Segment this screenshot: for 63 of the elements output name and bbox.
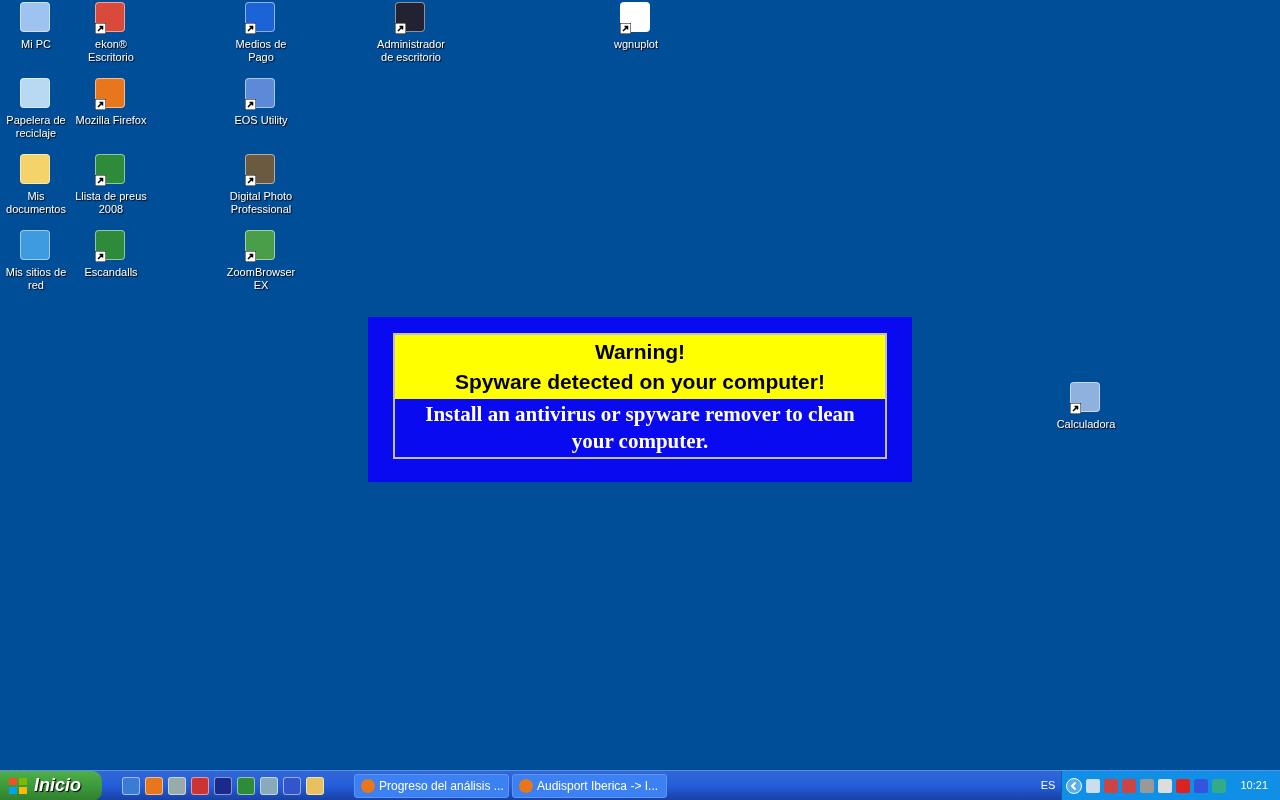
desktop-icon-label: Medios de Pago [234, 38, 288, 64]
desktop-icon-label: ekon® Escritorio [87, 38, 135, 64]
desktop-shortcut-icon[interactable] [20, 2, 52, 34]
shortcut-arrow-icon [245, 99, 256, 110]
desktop-shortcut-icon[interactable] [245, 78, 277, 110]
quick-launch-icon[interactable] [145, 776, 163, 795]
desktop-shortcut-icon[interactable] [245, 2, 277, 34]
tray-icon[interactable] [1158, 778, 1173, 793]
desktop-shortcut-icon[interactable] [395, 2, 427, 34]
quick-launch-icon[interactable] [237, 776, 255, 795]
shortcut-arrow-icon [95, 175, 106, 186]
warning-message: Install an antivirus or spyware remover to clean your computer. [424, 401, 856, 455]
shortcut-arrow-icon [95, 99, 106, 110]
shortcut-arrow-icon [1070, 403, 1081, 414]
start-button[interactable]: Inicio [0, 770, 102, 800]
quick-launch-icon[interactable] [214, 776, 232, 795]
desktop-icon-label: Administrador de escritorio [376, 38, 446, 64]
quick-launch-icon[interactable] [191, 776, 209, 795]
desktop-icon-label: ZoomBrowser EX [225, 266, 297, 292]
shortcut-arrow-icon [620, 23, 631, 34]
warning-headline: Spyware detected on your computer! [455, 369, 825, 395]
desktop-icon-label: Papelera de reciclaje [5, 114, 67, 140]
windows-logo-icon [8, 776, 28, 795]
clock: 10:21 [1240, 778, 1268, 794]
quick-launch-icon[interactable] [306, 776, 324, 795]
chevron-left-icon[interactable] [1066, 777, 1083, 794]
tray-icon[interactable] [1086, 778, 1101, 793]
taskbar-button[interactable]: Progreso del análisis ... [354, 773, 509, 798]
desktop-icon-label: Calculadora [1055, 418, 1117, 431]
desktop-shortcut-icon[interactable] [95, 230, 127, 262]
app-icon [361, 778, 375, 793]
shortcut-arrow-icon [245, 175, 256, 186]
shortcut-arrow-icon [395, 23, 406, 34]
language-indicator[interactable]: ES [1040, 777, 1056, 794]
quick-launch-icon[interactable] [168, 776, 186, 795]
shortcut-arrow-icon [245, 23, 256, 34]
desktop-icon-label: Mi PC [20, 38, 52, 51]
desktop-shortcut-icon[interactable] [245, 154, 277, 186]
desktop-icon-label: Llista de preus 2008 [74, 190, 148, 216]
desktop-icon-label: Mis documentos [5, 190, 67, 216]
desktop-icon-label: EOS Utility [233, 114, 289, 127]
shortcut-arrow-icon [95, 251, 106, 262]
desktop-shortcut-icon[interactable] [20, 154, 52, 186]
desktop-icon-label: Mozilla Firefox [74, 114, 148, 127]
shortcut-arrow-icon [95, 23, 106, 34]
desktop-shortcut-icon[interactable] [95, 2, 127, 34]
desktop-shortcut-icon[interactable] [20, 78, 52, 110]
warning-title: Warning! [594, 339, 686, 365]
desktop-shortcut-icon[interactable] [1070, 382, 1102, 414]
desktop-icon-label: wgnuplot [612, 38, 659, 51]
taskbar-button[interactable]: Audisport Iberica -> I... [512, 773, 667, 798]
desktop-shortcut-icon[interactable] [620, 2, 652, 34]
desktop-icon-label: Mis sitios de red [4, 266, 68, 292]
quick-launch-icon[interactable] [283, 776, 301, 795]
desktop-shortcut-icon[interactable] [95, 154, 127, 186]
app-icon [519, 778, 533, 793]
desktop-shortcut-icon[interactable] [95, 78, 127, 110]
quick-launch-icon[interactable] [122, 776, 140, 795]
desktop-icon-label: Digital Photo Professional [228, 190, 294, 216]
quick-launch-icon[interactable] [260, 776, 278, 795]
desktop-shortcut-icon[interactable] [245, 230, 277, 262]
shortcut-arrow-icon [245, 251, 256, 262]
desktop-icon-label: Escandalls [83, 266, 139, 279]
